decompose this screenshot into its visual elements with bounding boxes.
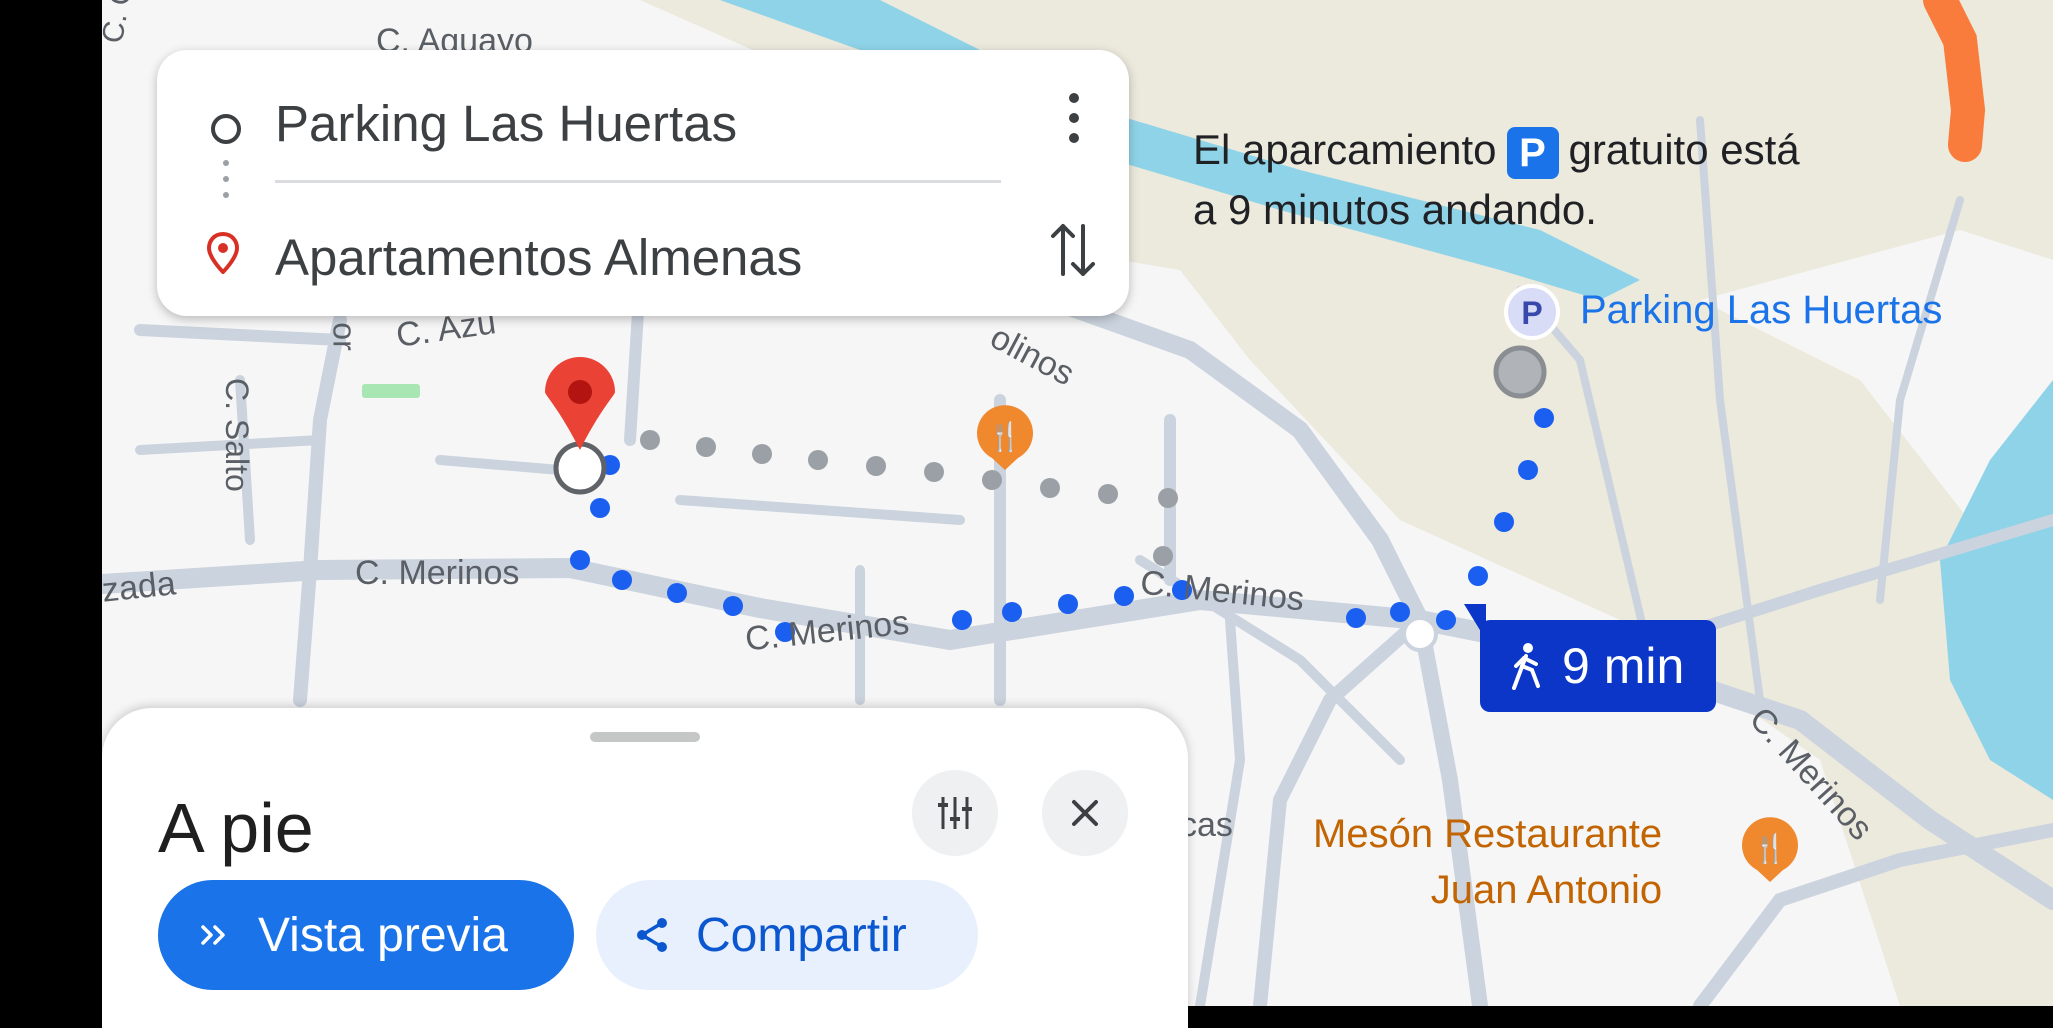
restaurant-name-line1: Mesón Restaurante <box>1313 812 1663 856</box>
more-options-icon[interactable] <box>1059 88 1089 148</box>
parking-poi-label[interactable]: Parking Las Huertas <box>1580 288 1942 333</box>
sheet-drag-handle[interactable] <box>590 732 700 742</box>
callout-text-after: gratuito está <box>1568 126 1800 173</box>
svg-text:🍴: 🍴 <box>988 420 1023 453</box>
restaurant-name-line2: Juan Antonio <box>1430 868 1663 912</box>
close-button[interactable] <box>1042 770 1128 856</box>
destination-row[interactable]: Apartamentos Almenas <box>157 196 1129 306</box>
destination-field[interactable]: Apartamentos Almenas <box>275 228 802 287</box>
parking-marker-icon: P <box>1521 295 1542 331</box>
parking-sign-icon: P <box>1506 126 1559 179</box>
restaurant-poi-label[interactable]: Mesón Restaurante Juan Antonio <box>1313 806 1662 918</box>
swap-directions-icon[interactable] <box>1047 218 1099 282</box>
travel-mode-title: A pie <box>158 789 314 867</box>
origin-row[interactable]: Parking Las Huertas <box>157 62 1129 172</box>
callout-text-line2: a 9 minutos andando. <box>1193 186 1597 233</box>
share-button[interactable]: Compartir <box>596 880 978 990</box>
parking-callout: El aparcamiento Pgratuito está a 9 minuto… <box>1193 120 1800 240</box>
street-label-zada: zada <box>100 564 178 610</box>
walking-person-icon <box>1512 643 1540 690</box>
close-icon <box>1072 800 1098 826</box>
sliders-icon <box>938 797 972 829</box>
directions-card: Parking Las Huertas Apartamentos Almenas <box>157 50 1129 316</box>
share-icon <box>637 918 667 952</box>
callout-text-before: El aparcamiento <box>1193 126 1497 173</box>
fields-divider <box>275 180 1001 183</box>
double-chevron-icon <box>201 925 225 945</box>
street-label-salto: C. Salto <box>219 378 255 492</box>
origin-circle-icon <box>211 114 241 144</box>
walk-time-text: 9 min <box>1562 638 1685 694</box>
left-black-bar <box>0 0 102 1006</box>
origin-field[interactable]: Parking Las Huertas <box>275 94 737 153</box>
preview-button-label: Vista previa <box>258 908 508 962</box>
walk-time-chip[interactable]: 9 min <box>1480 620 1716 712</box>
route-options-button[interactable] <box>912 770 998 856</box>
street-label-or: or <box>326 322 363 351</box>
street-label-merinos-1: C. Merinos <box>355 554 520 592</box>
svg-text:🍴: 🍴 <box>1753 832 1788 865</box>
bottom-sheet: A pie Vista previa Compartir <box>102 708 1188 1028</box>
destination-pin-icon <box>207 232 239 274</box>
preview-button[interactable]: Vista previa <box>158 880 574 990</box>
share-button-label: Compartir <box>696 908 907 962</box>
